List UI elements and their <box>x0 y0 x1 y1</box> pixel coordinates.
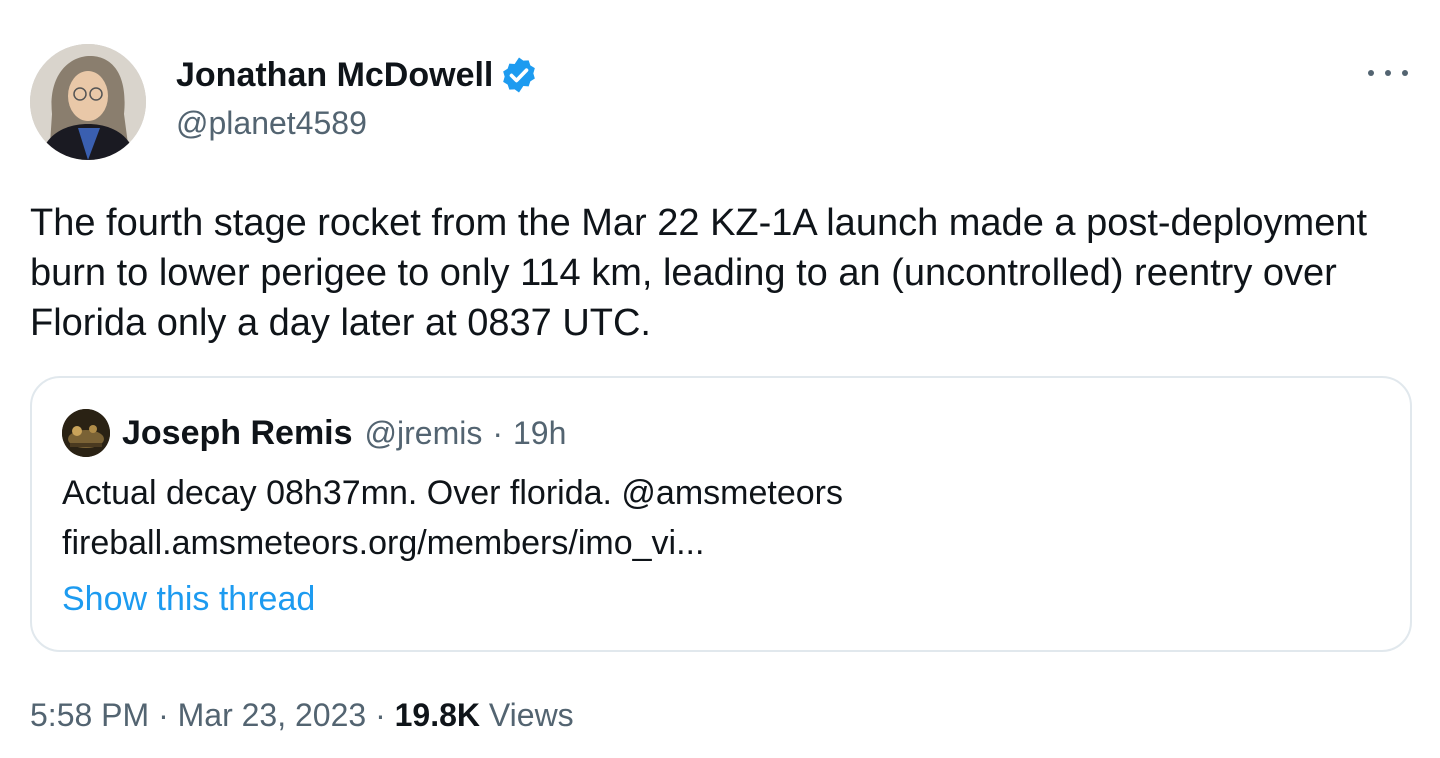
quoted-tweet-time: 19h <box>513 414 567 451</box>
tweet-footer: 5:58 PM · Mar 23, 2023 · 19.8K Views <box>30 692 574 738</box>
footer-separator: · <box>158 697 169 733</box>
more-dot <box>1385 70 1391 76</box>
more-horizontal-icon[interactable] <box>1368 58 1408 88</box>
more-dot <box>1368 70 1374 76</box>
tweet-text: The fourth stage rocket from the Mar 22 … <box>30 202 1368 344</box>
author-name[interactable]: Jonathan McDowell <box>176 52 493 98</box>
tweet-date[interactable]: Mar 23, 2023 <box>178 697 367 733</box>
views-count: 19.8K <box>394 697 480 733</box>
tweet-time[interactable]: 5:58 PM <box>30 697 149 733</box>
views-label: Views <box>488 697 574 733</box>
verified-badge-icon <box>499 55 539 95</box>
quoted-text-line: Actual decay 08h37mn. Over florida. @ams… <box>62 474 843 512</box>
author-name-row[interactable]: Jonathan McDowell <box>176 52 539 98</box>
quoted-header-separator: · <box>492 414 503 451</box>
quoted-tweet-header: Joseph Remis @jremis · 19h <box>62 408 566 458</box>
author-avatar[interactable] <box>30 44 146 160</box>
more-dot <box>1402 70 1408 76</box>
author-avatar-image <box>30 44 146 160</box>
quoted-text-link: fireball.amsmeteors.org/members/imo_vi..… <box>62 524 705 562</box>
quoted-tweet[interactable]: Joseph Remis @jremis · 19h Actual decay … <box>30 376 1412 652</box>
quoted-author-avatar <box>62 409 110 457</box>
tweet-card: Jonathan McDowell @planet4589 The fourth… <box>0 0 1440 758</box>
quoted-tweet-text: Actual decay 08h37mn. Over florida. @ams… <box>62 468 1362 568</box>
show-this-thread-link[interactable]: Show this thread <box>62 574 315 624</box>
author-handle[interactable]: @planet4589 <box>176 100 367 146</box>
footer-separator: · <box>375 697 386 733</box>
quoted-author-name: Joseph Remis <box>122 413 353 452</box>
quoted-author-handle: @jremis <box>364 414 483 451</box>
